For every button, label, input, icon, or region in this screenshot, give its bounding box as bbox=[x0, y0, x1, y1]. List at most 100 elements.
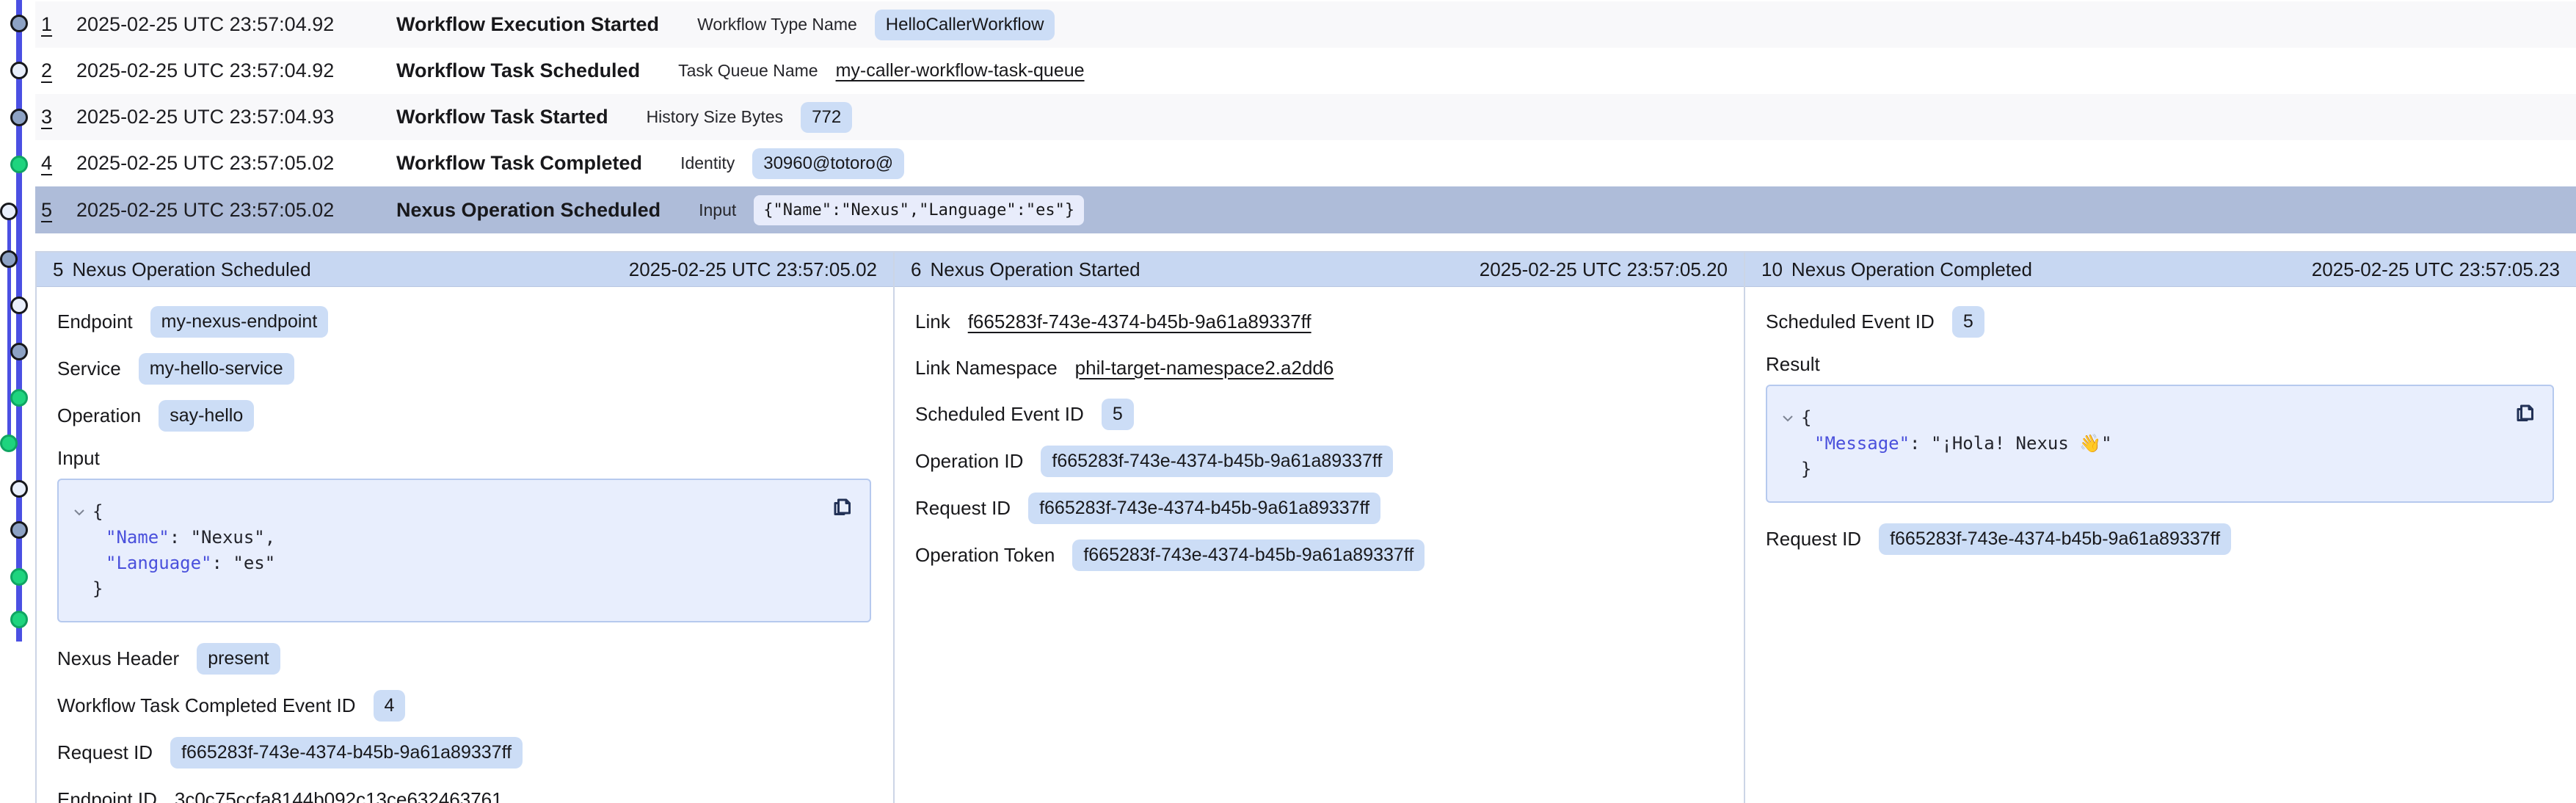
nexus-header-badge: present bbox=[197, 643, 280, 675]
field-label: Scheduled Event ID bbox=[915, 403, 1084, 426]
json-open-brace: { bbox=[1801, 405, 1811, 431]
field-service: Service my-hello-service bbox=[57, 353, 871, 385]
panel-nexus-operation-scheduled: 5 Nexus Operation Scheduled 2025-02-25 U… bbox=[37, 252, 893, 803]
event-detail-value-badge: 30960@totoro@ bbox=[752, 148, 904, 179]
event-name: Workflow Task Scheduled bbox=[396, 59, 640, 82]
timeline-dot-event-4[interactable] bbox=[10, 156, 28, 173]
copy-icon[interactable] bbox=[829, 493, 855, 520]
operation-id-badge: f665283f-743e-4374-b45b-9a61a89337ff bbox=[1041, 446, 1393, 477]
event-detail-label: Identity bbox=[680, 153, 735, 173]
event-name: Nexus Operation Scheduled bbox=[396, 199, 661, 222]
field-operation: Operation say-hello bbox=[57, 400, 871, 432]
field-label: Operation Token bbox=[915, 544, 1055, 567]
timeline-dot-event-7[interactable] bbox=[10, 297, 28, 314]
event-timestamp: 2025-02-25 UTC 23:57:04.93 bbox=[76, 106, 396, 128]
panel-header: 5 Nexus Operation Scheduled 2025-02-25 U… bbox=[37, 252, 893, 287]
event-id-link[interactable]: 2 bbox=[41, 59, 76, 82]
field-label: Link Namespace bbox=[915, 357, 1058, 379]
field-request-id: Request ID f665283f-743e-4374-b45b-9a61a… bbox=[915, 493, 1722, 524]
service-badge: my-hello-service bbox=[139, 353, 294, 385]
task-queue-link[interactable]: my-caller-workflow-task-queue bbox=[836, 60, 1085, 81]
field-label: Endpoint ID bbox=[57, 788, 157, 803]
event-id-link[interactable]: 3 bbox=[41, 106, 76, 128]
field-operation-id: Operation ID f665283f-743e-4374-b45b-9a6… bbox=[915, 446, 1722, 477]
panel-body: Link f665283f-743e-4374-b45b-9a61a89337f… bbox=[895, 287, 1744, 586]
event-name: Workflow Task Started bbox=[396, 106, 608, 128]
field-label: Service bbox=[57, 357, 121, 380]
panel-event-name: Nexus Operation Scheduled bbox=[72, 258, 310, 281]
workflow-history-view: 1 2025-02-25 UTC 23:57:04.92 Workflow Ex… bbox=[0, 0, 2576, 803]
request-id-badge: f665283f-743e-4374-b45b-9a61a89337ff bbox=[170, 737, 523, 769]
field-label: Scheduled Event ID bbox=[1766, 310, 1935, 333]
json-entry: "Language": "es" bbox=[70, 551, 852, 576]
result-json-viewer: { "Message": "¡Hola! Nexus 👋" } bbox=[1766, 385, 2554, 503]
event-timeline-rail bbox=[0, 0, 35, 803]
scheduled-event-id-badge: 5 bbox=[1952, 306, 1984, 338]
event-detail-label: Workflow Type Name bbox=[697, 15, 857, 34]
event-detail-panels: 5 Nexus Operation Scheduled 2025-02-25 U… bbox=[35, 251, 2576, 803]
panel-title: 10 Nexus Operation Completed bbox=[1761, 258, 2032, 281]
panel-header: 10 Nexus Operation Completed 2025-02-25 … bbox=[1745, 252, 2576, 287]
panel-event-id: 5 bbox=[53, 258, 63, 281]
timeline-dot-event-9[interactable] bbox=[10, 389, 28, 407]
event-id-link[interactable]: 4 bbox=[41, 152, 76, 175]
timeline-dot-event-5[interactable] bbox=[0, 203, 18, 220]
timeline-dot-event-1[interactable] bbox=[10, 15, 28, 32]
event-timestamp: 2025-02-25 UTC 23:57:04.92 bbox=[76, 13, 396, 36]
copy-icon[interactable] bbox=[2511, 399, 2538, 426]
event-input-json-badge: {"Name":"Nexus","Language":"es"} bbox=[754, 195, 1084, 225]
timeline-dot-event-14[interactable] bbox=[10, 611, 28, 628]
endpoint-id-link[interactable]: 3c0c75ccfa8144b092c13ce632463761 bbox=[175, 788, 503, 803]
field-label: Endpoint bbox=[57, 310, 133, 333]
timeline-dot-event-6[interactable] bbox=[0, 250, 18, 268]
field-nexus-header: Nexus Header present bbox=[57, 643, 871, 675]
link-namespace-link[interactable]: phil-target-namespace2.a2dd6 bbox=[1075, 357, 1334, 379]
timeline-dot-event-3[interactable] bbox=[10, 109, 28, 126]
event-name: Workflow Task Completed bbox=[396, 152, 642, 175]
event-row-4[interactable]: 4 2025-02-25 UTC 23:57:05.02 Workflow Ta… bbox=[35, 140, 2576, 186]
event-row-2[interactable]: 2 2025-02-25 UTC 23:57:04.92 Workflow Ta… bbox=[35, 48, 2576, 94]
input-label: Input bbox=[57, 447, 854, 470]
field-link: Link f665283f-743e-4374-b45b-9a61a89337f… bbox=[915, 306, 1722, 337]
event-row-5-selected[interactable]: 5 2025-02-25 UTC 23:57:05.02 Nexus Opera… bbox=[35, 186, 2576, 233]
field-label: Link bbox=[915, 310, 950, 333]
timeline-dot-event-12[interactable] bbox=[10, 521, 28, 539]
panel-event-name: Nexus Operation Started bbox=[930, 258, 1140, 281]
field-label: Operation bbox=[57, 404, 141, 427]
panel-timestamp: 2025-02-25 UTC 23:57:05.02 bbox=[629, 258, 877, 281]
json-close-brace: } bbox=[1779, 457, 2535, 482]
chevron-down-icon[interactable] bbox=[70, 504, 88, 521]
event-id-link[interactable]: 1 bbox=[41, 13, 76, 36]
timeline-dot-event-2[interactable] bbox=[10, 62, 28, 79]
timeline-branch-line bbox=[7, 211, 11, 443]
event-timestamp: 2025-02-25 UTC 23:57:05.02 bbox=[76, 199, 396, 222]
timeline-dot-event-10[interactable] bbox=[0, 435, 18, 452]
event-detail-label: Input bbox=[699, 200, 736, 220]
operation-token-badge: f665283f-743e-4374-b45b-9a61a89337ff bbox=[1072, 539, 1425, 571]
field-endpoint: Endpoint my-nexus-endpoint bbox=[57, 306, 871, 338]
field-request-id: Request ID f665283f-743e-4374-b45b-9a61a… bbox=[57, 737, 871, 769]
field-wft-completed-event-id: Workflow Task Completed Event ID 4 bbox=[57, 690, 871, 722]
timeline-dot-event-11[interactable] bbox=[10, 480, 28, 498]
json-close-brace: } bbox=[70, 576, 852, 602]
event-row-3[interactable]: 3 2025-02-25 UTC 23:57:04.93 Workflow Ta… bbox=[35, 94, 2576, 140]
panel-header: 6 Nexus Operation Started 2025-02-25 UTC… bbox=[895, 252, 1744, 287]
timeline-dot-event-13[interactable] bbox=[10, 568, 28, 586]
event-detail-value-badge: HelloCallerWorkflow bbox=[875, 10, 1055, 40]
chevron-down-icon[interactable] bbox=[1779, 410, 1797, 427]
panel-nexus-operation-started: 6 Nexus Operation Started 2025-02-25 UTC… bbox=[893, 252, 1744, 803]
panel-timestamp: 2025-02-25 UTC 23:57:05.20 bbox=[1480, 258, 1728, 281]
field-label: Request ID bbox=[915, 497, 1011, 520]
timeline-dot-event-8[interactable] bbox=[10, 343, 28, 360]
event-id-link[interactable]: 5 bbox=[41, 199, 76, 222]
field-label: Request ID bbox=[57, 741, 153, 764]
panel-event-id: 6 bbox=[911, 258, 921, 281]
field-request-id: Request ID f665283f-743e-4374-b45b-9a61a… bbox=[1766, 523, 2554, 555]
panel-title: 6 Nexus Operation Started bbox=[911, 258, 1140, 281]
link-value-link[interactable]: f665283f-743e-4374-b45b-9a61a89337ff bbox=[968, 310, 1311, 333]
panel-event-id: 10 bbox=[1761, 258, 1783, 281]
field-scheduled-event-id: Scheduled Event ID 5 bbox=[915, 399, 1722, 430]
timeline-main-line bbox=[16, 0, 22, 642]
event-row-1[interactable]: 1 2025-02-25 UTC 23:57:04.92 Workflow Ex… bbox=[35, 1, 2576, 48]
wft-completed-event-id-badge: 4 bbox=[374, 690, 406, 722]
